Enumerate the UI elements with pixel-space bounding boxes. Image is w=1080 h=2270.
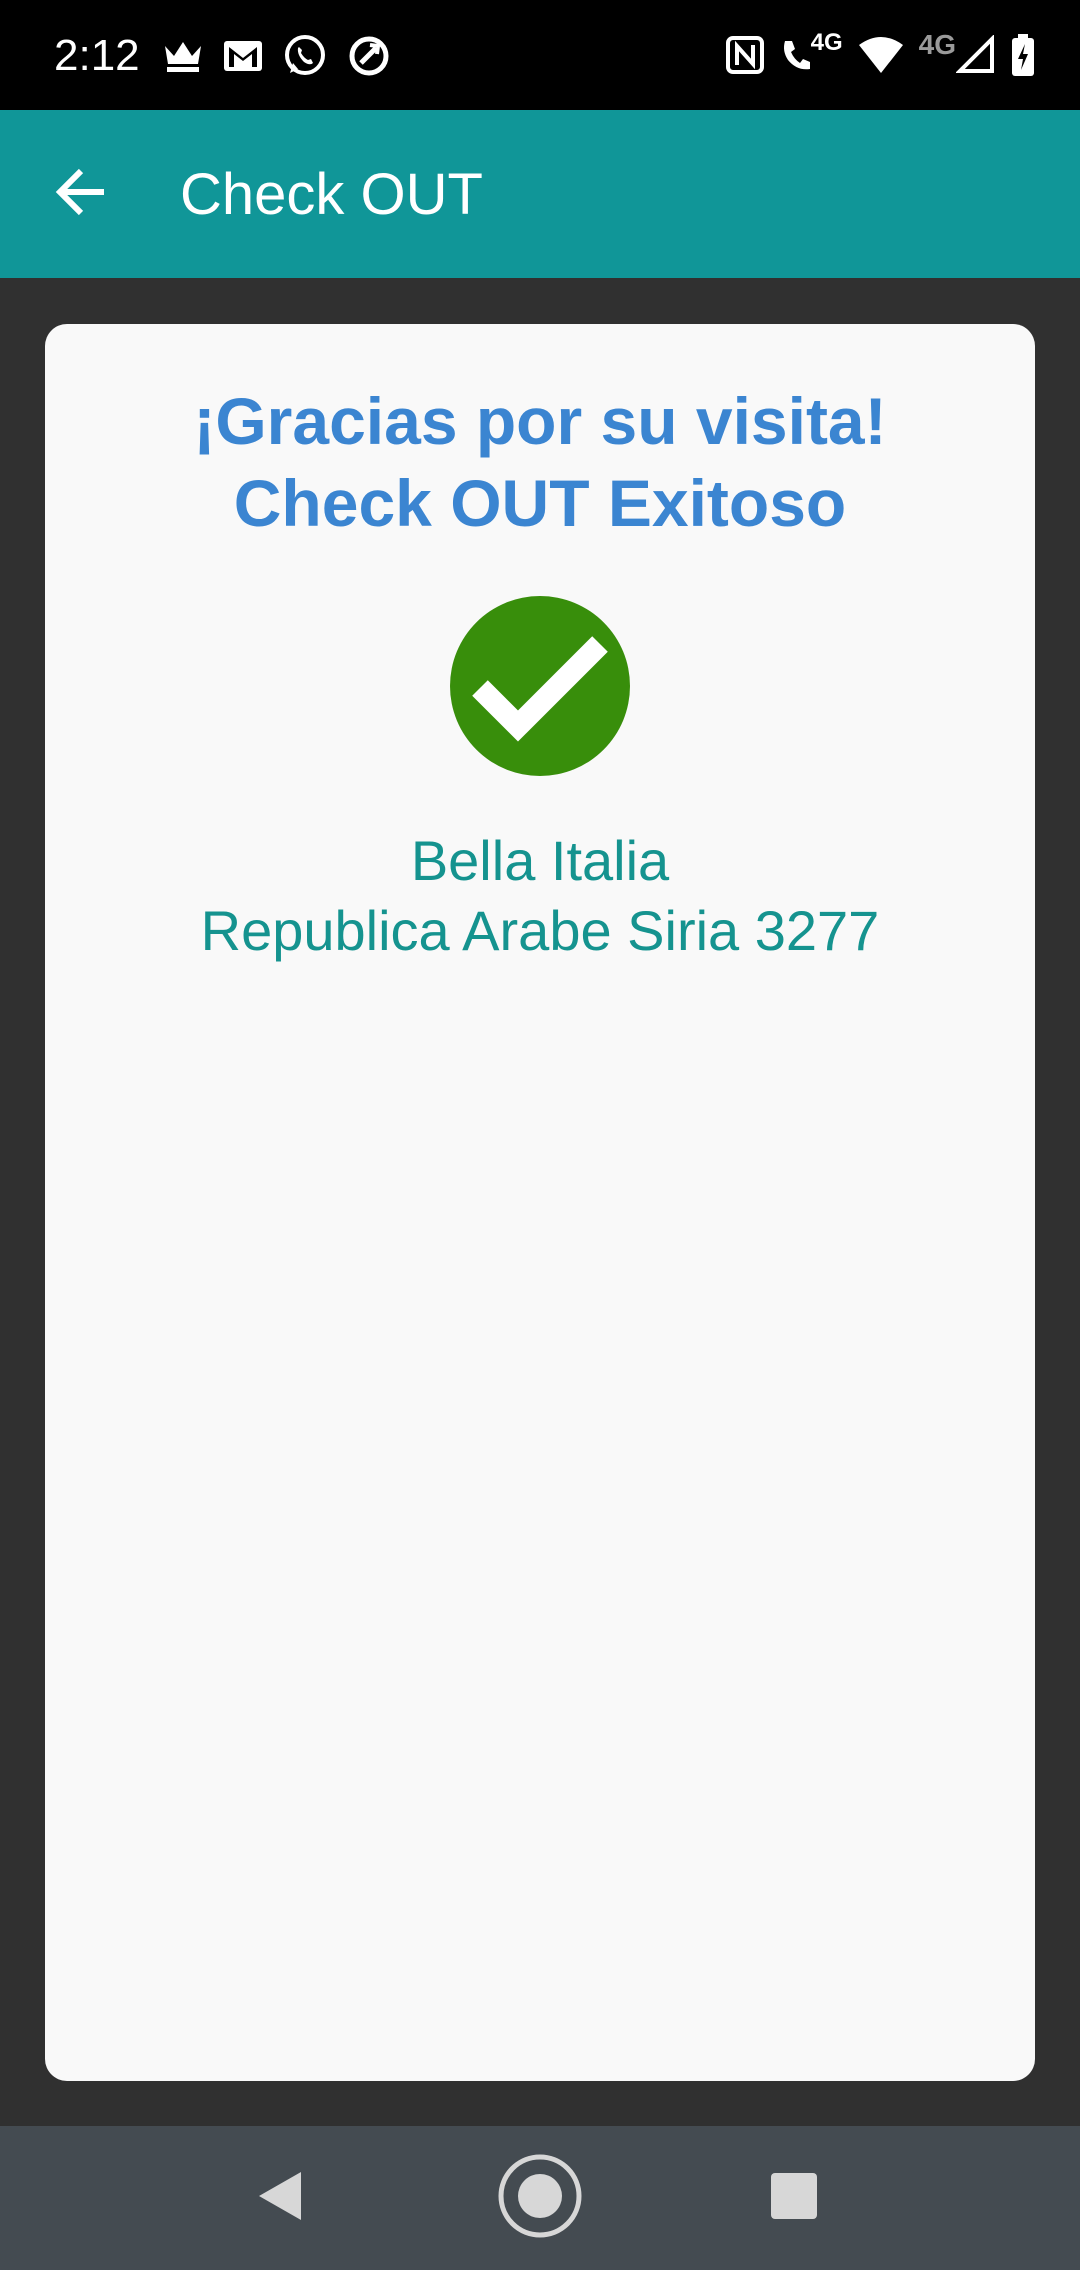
page-title: Check OUT	[180, 162, 483, 227]
battery-charging-icon	[1010, 33, 1036, 77]
back-button[interactable]	[34, 152, 130, 236]
back-triangle-icon	[255, 2168, 305, 2229]
nav-home-button[interactable]	[490, 2148, 590, 2248]
volte-call-icon: 4G	[779, 29, 843, 75]
status-time: 2:12	[54, 31, 140, 80]
whatsapp-icon	[282, 33, 328, 79]
arrow-back-icon	[54, 167, 110, 222]
wifi-icon	[857, 35, 905, 75]
place-address: Republica Arabe Siria 3277	[200, 899, 880, 962]
check-circle-icon	[450, 596, 630, 776]
notification-icons	[162, 30, 392, 82]
nfc-icon	[725, 35, 765, 75]
nav-back-button[interactable]	[240, 2158, 320, 2238]
recents-square-icon	[769, 2171, 819, 2226]
checkout-result-card: ¡Gracias por su visita! Check OUT Exitos…	[45, 324, 1035, 2081]
volte-label: 4G	[810, 29, 843, 56]
signal-icon: 4G	[919, 29, 996, 75]
headline-thanks: ¡Gracias por su visita!	[193, 384, 887, 458]
sync-icon	[346, 33, 392, 79]
crown-icon	[162, 36, 204, 76]
headline-status: Check OUT Exitoso	[233, 466, 847, 540]
status-bar: 2:12 4G 4G	[0, 0, 1080, 110]
system-status-icons: 4G 4G	[725, 26, 1036, 84]
nav-recents-button[interactable]	[754, 2158, 834, 2238]
success-headline: ¡Gracias por su visita! Check OUT Exitos…	[45, 380, 1035, 544]
home-circle-icon	[495, 2151, 585, 2246]
app-bar: Check OUT	[0, 110, 1080, 278]
system-nav-bar	[0, 2126, 1080, 2270]
place-name: Bella Italia	[410, 829, 670, 892]
network-label: 4G	[918, 29, 956, 60]
gmail-icon	[222, 39, 264, 73]
